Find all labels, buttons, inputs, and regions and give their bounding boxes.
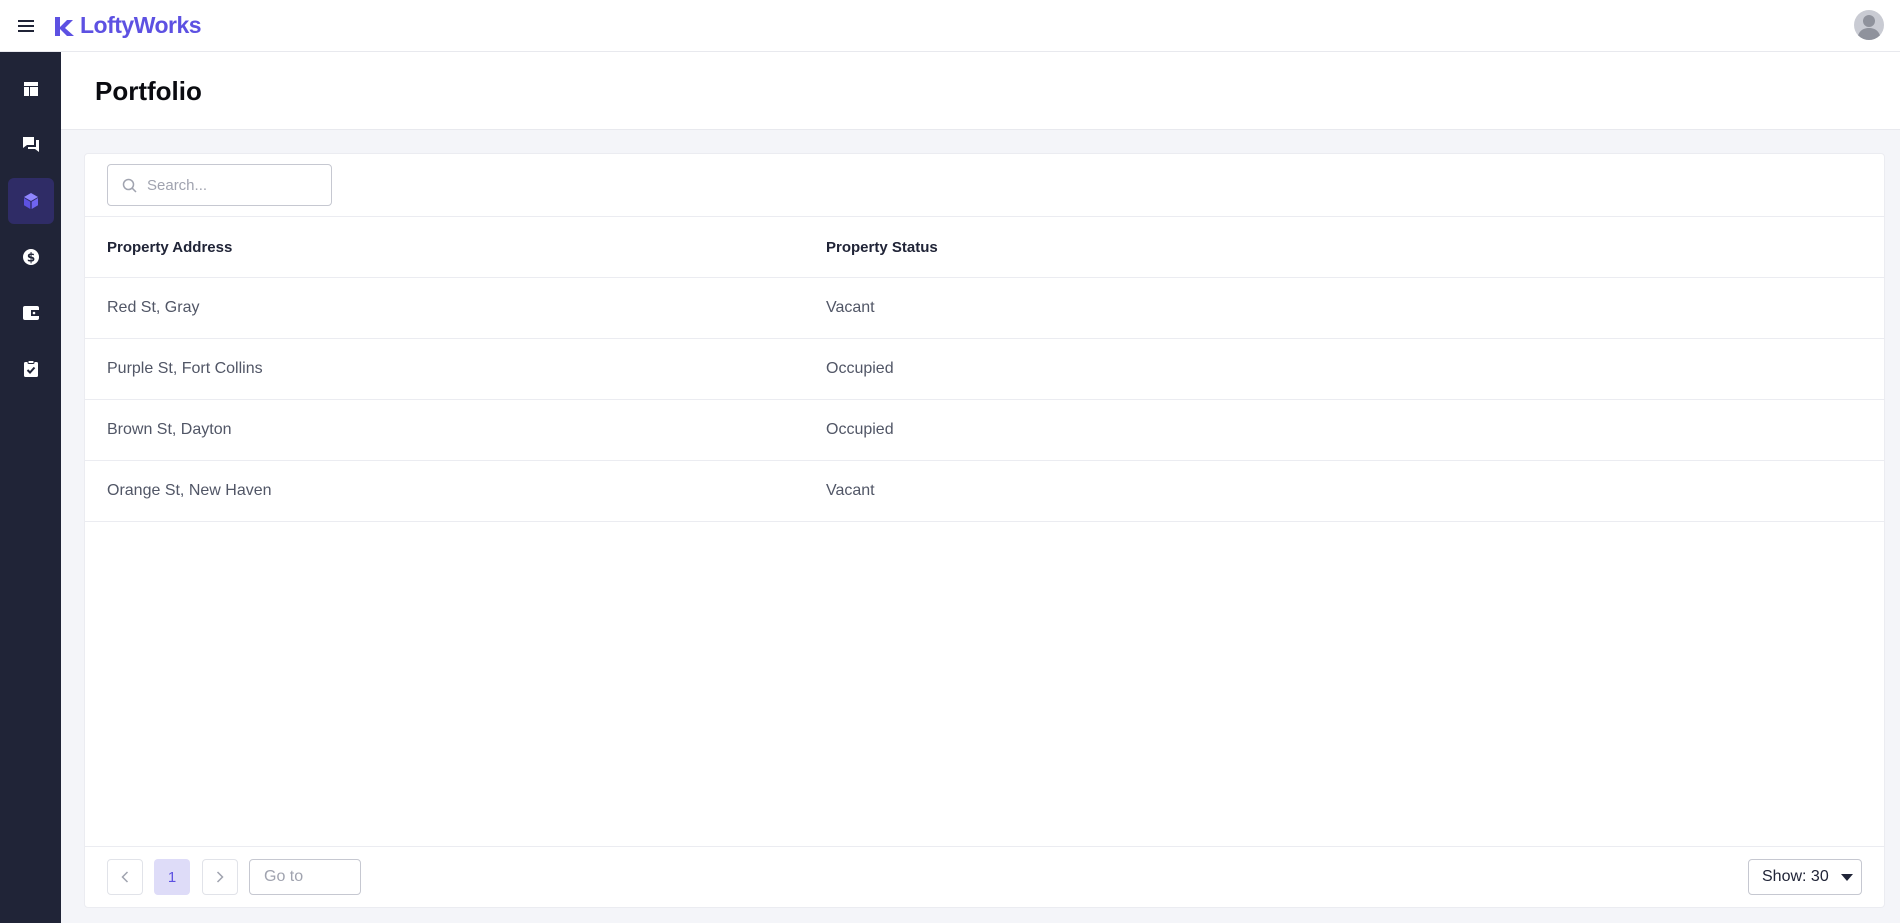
sidebar-item-messages[interactable] bbox=[8, 122, 54, 168]
user-icon bbox=[1857, 15, 1881, 40]
user-avatar[interactable] bbox=[1854, 10, 1884, 40]
sidebar-item-dashboard[interactable] bbox=[8, 66, 54, 112]
page-size-select[interactable]: Show: 30 bbox=[1748, 859, 1862, 895]
chevron-right-icon bbox=[216, 871, 224, 883]
page-number-button[interactable]: 1 bbox=[154, 859, 190, 895]
next-page-button[interactable] bbox=[202, 859, 238, 895]
dashboard-icon bbox=[23, 82, 38, 96]
sidebar-nav: $ bbox=[0, 52, 61, 923]
brand-name: LoftyWorks bbox=[80, 12, 202, 38]
page-size-label: Show: 30 bbox=[1762, 868, 1829, 885]
property-address: Purple St, Fort Collins bbox=[107, 360, 263, 377]
property-address: Brown St, Dayton bbox=[107, 421, 232, 438]
pagination-bar: 1 Show: 30 bbox=[85, 846, 1884, 908]
page-header: Portfolio bbox=[61, 52, 1900, 130]
caret-down-icon bbox=[1840, 873, 1853, 881]
chevron-left-icon bbox=[121, 871, 129, 883]
property-address: Orange St, New Haven bbox=[107, 482, 272, 499]
top-header: LoftyWorks bbox=[0, 0, 1900, 52]
property-table: Property Address Property Status Red St,… bbox=[85, 216, 1884, 522]
table-row[interactable]: Brown St, Dayton Occupied bbox=[85, 400, 1884, 461]
chat-icon bbox=[22, 137, 39, 152]
column-header-address: Property Address bbox=[107, 238, 233, 256]
goto-page-input[interactable] bbox=[249, 859, 361, 895]
sidebar-item-portfolio[interactable] bbox=[7, 178, 54, 224]
hamburger-menu-button[interactable] bbox=[0, 0, 52, 52]
table-row[interactable]: Orange St, New Haven Vacant bbox=[85, 461, 1884, 522]
portfolio-card: Property Address Property Status Red St,… bbox=[84, 153, 1885, 908]
search-icon bbox=[122, 178, 137, 193]
property-status: Occupied bbox=[826, 421, 894, 438]
cube-icon bbox=[23, 193, 38, 209]
svg-text:$: $ bbox=[26, 251, 34, 265]
property-status: Vacant bbox=[826, 299, 875, 316]
table-header-row: Property Address Property Status bbox=[85, 217, 1884, 278]
column-header-status: Property Status bbox=[826, 238, 938, 256]
page-title: Portfolio bbox=[95, 76, 202, 106]
property-address: Red St, Gray bbox=[107, 299, 200, 316]
sidebar-item-tasks[interactable] bbox=[8, 346, 54, 392]
property-status: Vacant bbox=[826, 482, 875, 499]
search-box[interactable] bbox=[107, 164, 332, 206]
menu-icon bbox=[18, 19, 34, 32]
clipboard-check-icon bbox=[23, 360, 38, 377]
sidebar-item-wallet[interactable] bbox=[8, 290, 54, 336]
search-input[interactable] bbox=[147, 176, 317, 194]
brand-logo[interactable]: LoftyWorks bbox=[52, 12, 202, 39]
table-row[interactable]: Red St, Gray Vacant bbox=[85, 278, 1884, 339]
prev-page-button[interactable] bbox=[107, 859, 143, 895]
table-row[interactable]: Purple St, Fort Collins Occupied bbox=[85, 339, 1884, 400]
wallet-icon bbox=[22, 306, 39, 320]
dollar-icon: $ bbox=[22, 249, 39, 265]
property-status: Occupied bbox=[826, 360, 894, 377]
sidebar-item-payments[interactable]: $ bbox=[8, 234, 54, 280]
logo-mark-icon bbox=[55, 16, 74, 36]
